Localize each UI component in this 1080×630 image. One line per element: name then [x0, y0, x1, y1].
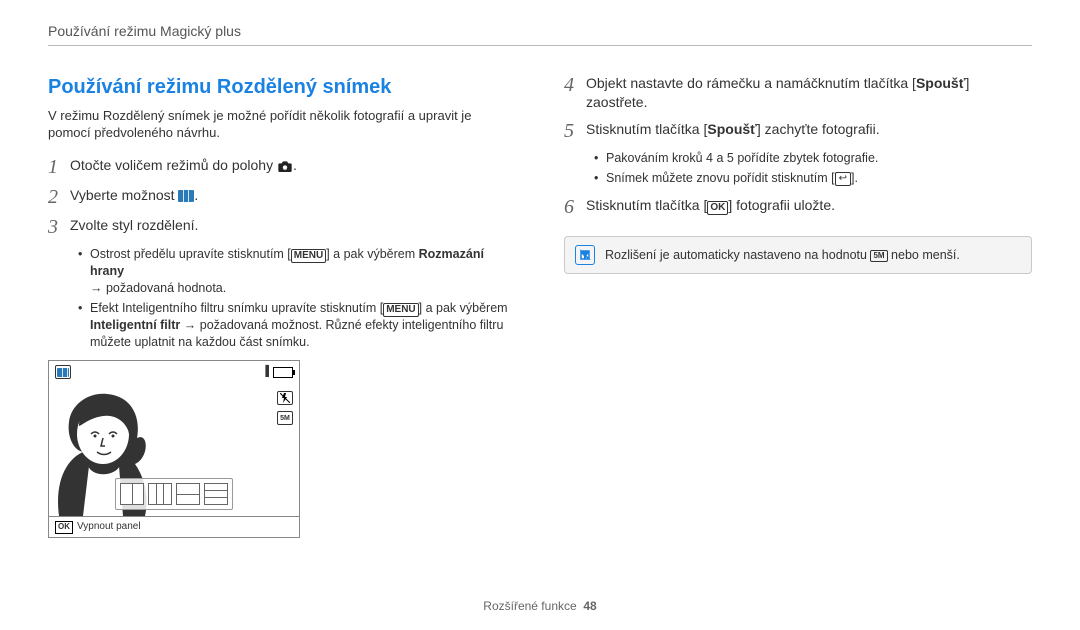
- bullet-text: požadovaná hodnota.: [103, 281, 227, 295]
- camera-screenshot: ▐ 5M: [48, 360, 300, 538]
- step-5: 5 Stisknutím tlačítka [Spoušť] zachyťte …: [564, 120, 1032, 142]
- step-4-text-a: Objekt nastavte do rámečku a namáčknutím…: [586, 75, 916, 91]
- step-3-bullets: Ostrost předělu upravíte stisknutím [MEN…: [78, 246, 516, 351]
- step-6: 6 Stisknutím tlačítka [OK] fotografii ul…: [564, 196, 1032, 218]
- step-3-text: Zvolte styl rozdělení.: [70, 216, 516, 235]
- bold-term: Inteligentní filtr: [90, 318, 180, 332]
- shutter-label: Spoušť: [916, 75, 966, 91]
- layout-option-3col[interactable]: [148, 483, 172, 505]
- step-5-bullets: Pakováním kroků 4 a 5 pořídíte zbytek fo…: [594, 150, 1032, 187]
- bullet-text: Snímek můžete znovu pořídit stisknutím [: [606, 171, 835, 185]
- arrow-icon: →: [90, 281, 103, 295]
- bullet-text: ] a pak výběrem: [326, 247, 418, 261]
- step-6-text-b: ] fotografii uložte.: [728, 197, 835, 213]
- step-number: 4: [564, 74, 586, 96]
- step-number: 2: [48, 186, 70, 208]
- bullet-item: Efekt Inteligentního filtru snímku uprav…: [78, 300, 516, 351]
- step-number: 3: [48, 216, 70, 238]
- split-mode-icon: [178, 190, 194, 202]
- step-6-text-a: Stisknutím tlačítka [: [586, 197, 707, 213]
- bullet-text: ] a pak výběrem: [419, 301, 508, 315]
- bullet-item: Snímek můžete znovu pořídit stisknutím […: [594, 170, 1032, 187]
- step-2-text-a: Vyberte možnost: [70, 187, 178, 203]
- left-column: Používání režimu Rozdělený snímek V reži…: [48, 74, 516, 538]
- right-column: 4 Objekt nastavte do rámečku a namáčknut…: [564, 74, 1032, 538]
- split-indicator-icon: [55, 365, 71, 379]
- step-1-text-b: .: [293, 157, 297, 173]
- breadcrumb: Používání režimu Magický plus: [48, 22, 1032, 41]
- note-text-b: nebo menší.: [888, 248, 960, 262]
- step-number: 5: [564, 120, 586, 142]
- bullet-text: ].: [851, 171, 858, 185]
- note-icon: [575, 245, 595, 265]
- step-3: 3 Zvolte styl rozdělení.: [48, 216, 516, 238]
- note-text-a: Rozlišení je automaticky nastaveno na ho…: [605, 248, 870, 262]
- section-title: Používání režimu Rozdělený snímek: [48, 74, 516, 101]
- step-number: 6: [564, 196, 586, 218]
- step-number: 1: [48, 156, 70, 178]
- menu-key-icon: MENU: [383, 303, 418, 317]
- bullet-text: Ostrost předělu upravíte stisknutím [: [90, 247, 291, 261]
- step-1: 1 Otočte voličem režimů do polohy .: [48, 156, 516, 178]
- mode-dial-icon: [277, 159, 293, 173]
- layout-option-3row[interactable]: [204, 483, 228, 505]
- bullet-item: Ostrost předělu upravíte stisknutím [MEN…: [78, 246, 516, 297]
- shutter-label: Spoušť: [707, 121, 757, 137]
- layout-option-2col[interactable]: [120, 483, 144, 505]
- layout-thumbnails: [115, 478, 233, 510]
- footer-hint: Vypnout panel: [77, 520, 141, 534]
- resolution-badge-icon: 5M: [870, 250, 887, 262]
- page-footer: Rozšířené funkce 48: [48, 586, 1032, 614]
- bullet-text: Efekt Inteligentního filtru snímku uprav…: [90, 301, 383, 315]
- bullet-item: Pakováním kroků 4 a 5 pořídíte zbytek fo…: [594, 150, 1032, 167]
- ok-key-icon: OK: [55, 521, 73, 534]
- flash-off-icon: [277, 391, 293, 405]
- ok-key-icon: OK: [707, 201, 728, 215]
- resolution-icon: 5M: [277, 411, 293, 425]
- footer-page-number: 48: [583, 599, 596, 613]
- step-5-text-a: Stisknutím tlačítka [: [586, 121, 707, 137]
- battery-icon: [273, 367, 293, 378]
- step-4: 4 Objekt nastavte do rámečku a namáčknut…: [564, 74, 1032, 112]
- menu-key-icon: MENU: [291, 249, 326, 263]
- layout-option-2row[interactable]: [176, 483, 200, 505]
- divider: [48, 45, 1032, 46]
- step-2: 2 Vyberte možnost .: [48, 186, 516, 208]
- arrow-icon: →: [184, 318, 197, 332]
- footer-section: Rozšířené funkce: [483, 599, 576, 613]
- step-1-text-a: Otočte voličem režimů do polohy: [70, 157, 277, 173]
- note-box: Rozlišení je automaticky nastaveno na ho…: [564, 236, 1032, 274]
- intro-text: V režimu Rozdělený snímek je možné poříd…: [48, 107, 516, 142]
- bar-icon: ▐: [262, 365, 269, 379]
- undo-key-icon: ↩: [835, 172, 851, 186]
- step-2-text-b: .: [194, 187, 198, 203]
- step-5-text-b: ] zachyťte fotografii.: [757, 121, 880, 137]
